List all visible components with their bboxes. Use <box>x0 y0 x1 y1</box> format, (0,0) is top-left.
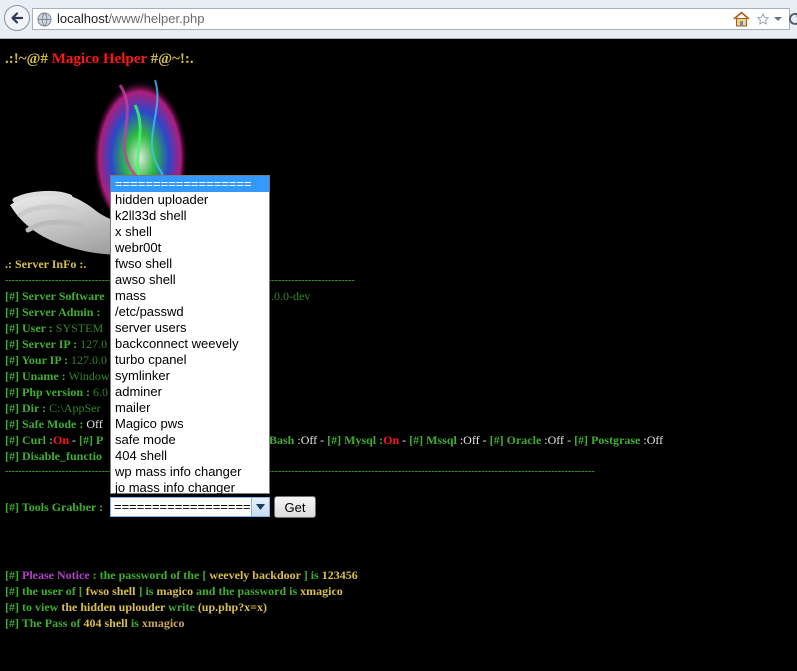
php-version-row: [#] Php version : 6.0 <box>5 385 109 399</box>
history-dropdown-icon[interactable] <box>773 12 783 26</box>
dropdown-option[interactable]: mass <box>111 288 269 304</box>
notice-uploader: [#] to view the hidden uplouder write (u… <box>5 600 268 614</box>
get-button[interactable]: Get <box>274 496 316 518</box>
modules-row-rest: Bash :Off - [#] Mysql :On - [#] Mssql :O… <box>269 433 664 447</box>
dropdown-option[interactable]: backconnect weevely <box>111 336 269 352</box>
url-text: localhost/www/helper.php <box>57 11 204 26</box>
dropdown-option[interactable]: Magico pws <box>111 416 269 432</box>
dropdown-option[interactable]: safe mode <box>111 432 269 448</box>
uname-row: [#] Uname : Window <box>5 369 110 383</box>
divider-bottom: ----------------------------------------… <box>5 466 595 477</box>
your-ip-row: [#] Your IP : 127.0.0 <box>5 353 108 367</box>
back-arrow-icon <box>11 12 24 24</box>
dropdown-option[interactable]: fwso shell <box>111 256 269 272</box>
dropdown-option[interactable]: k2ll33d shell <box>111 208 269 224</box>
server-software-row: [#] Server Software .0.0-dev <box>5 289 311 303</box>
dropdown-option[interactable]: ================== <box>111 176 269 192</box>
url-path: /www/helper.php <box>108 11 205 26</box>
select-arrow-button[interactable] <box>251 498 269 516</box>
page-content: .:!~@# Magico Helper #@~!:. .: Server In… <box>0 39 797 671</box>
reload-icon[interactable] <box>787 11 797 27</box>
dropdown-option[interactable]: awso shell <box>111 272 269 288</box>
globe-icon <box>37 12 52 27</box>
dropdown-option[interactable]: server users <box>111 320 269 336</box>
address-bar[interactable]: localhost/www/helper.php <box>32 8 797 30</box>
back-button[interactable] <box>4 5 30 31</box>
dropdown-option[interactable]: symlinker <box>111 368 269 384</box>
tools-select[interactable]: ================== <box>110 497 270 517</box>
dropdown-option[interactable]: /etc/passwd <box>111 304 269 320</box>
tools-select-value: ================== <box>114 499 251 514</box>
server-admin-row: [#] Server Admin : <box>5 305 101 319</box>
dropdown-option[interactable]: 404 shell <box>111 448 269 464</box>
safe-mode-row: [#] Safe Mode : Off <box>5 417 103 431</box>
dropdown-option[interactable]: hidden uploader <box>111 192 269 208</box>
tools-dropdown-list[interactable]: ================== hidden uploader k2ll33d… <box>110 175 270 496</box>
modules-row: [#] Curl :On - [#] P Bash :Off - [#] Mys… <box>5 433 664 447</box>
notice-weevely: [#] Please Notice : the password of the … <box>5 568 358 582</box>
dropdown-option[interactable]: wp mass info changer <box>111 464 269 480</box>
server-info-heading: .: Server InFo :. <box>5 257 87 271</box>
notice-404: [#] The Pass of 404 shell is xmagico <box>5 616 185 630</box>
url-host: localhost <box>57 11 109 26</box>
disable-functions-row: [#] Disable_functio <box>5 449 103 463</box>
notice-fwso: [#] the user of [ fwso shell ] is magico… <box>5 584 343 598</box>
user-row: [#] User : SYSTEM <box>5 321 104 335</box>
dropdown-option[interactable]: jo mass info changer <box>111 480 269 496</box>
dropdown-option[interactable]: adminer <box>111 384 269 400</box>
browser-toolbar: localhost/www/helper.php <box>0 0 797 39</box>
dropdown-option[interactable]: mailer <box>111 400 269 416</box>
dropdown-option[interactable]: x shell <box>111 224 269 240</box>
dir-row: [#] Dir : C:\AppSer <box>5 401 101 415</box>
bookmark-star-icon[interactable] <box>757 11 769 27</box>
server-ip-row: [#] Server IP : 127.0 <box>5 337 108 351</box>
tools-grabber-label: [#] Tools Grabber : <box>5 500 104 514</box>
dropdown-option[interactable]: webr00t <box>111 240 269 256</box>
chevron-down-icon <box>256 504 265 510</box>
home-icon[interactable] <box>733 11 750 27</box>
dropdown-option[interactable]: turbo cpanel <box>111 352 269 368</box>
